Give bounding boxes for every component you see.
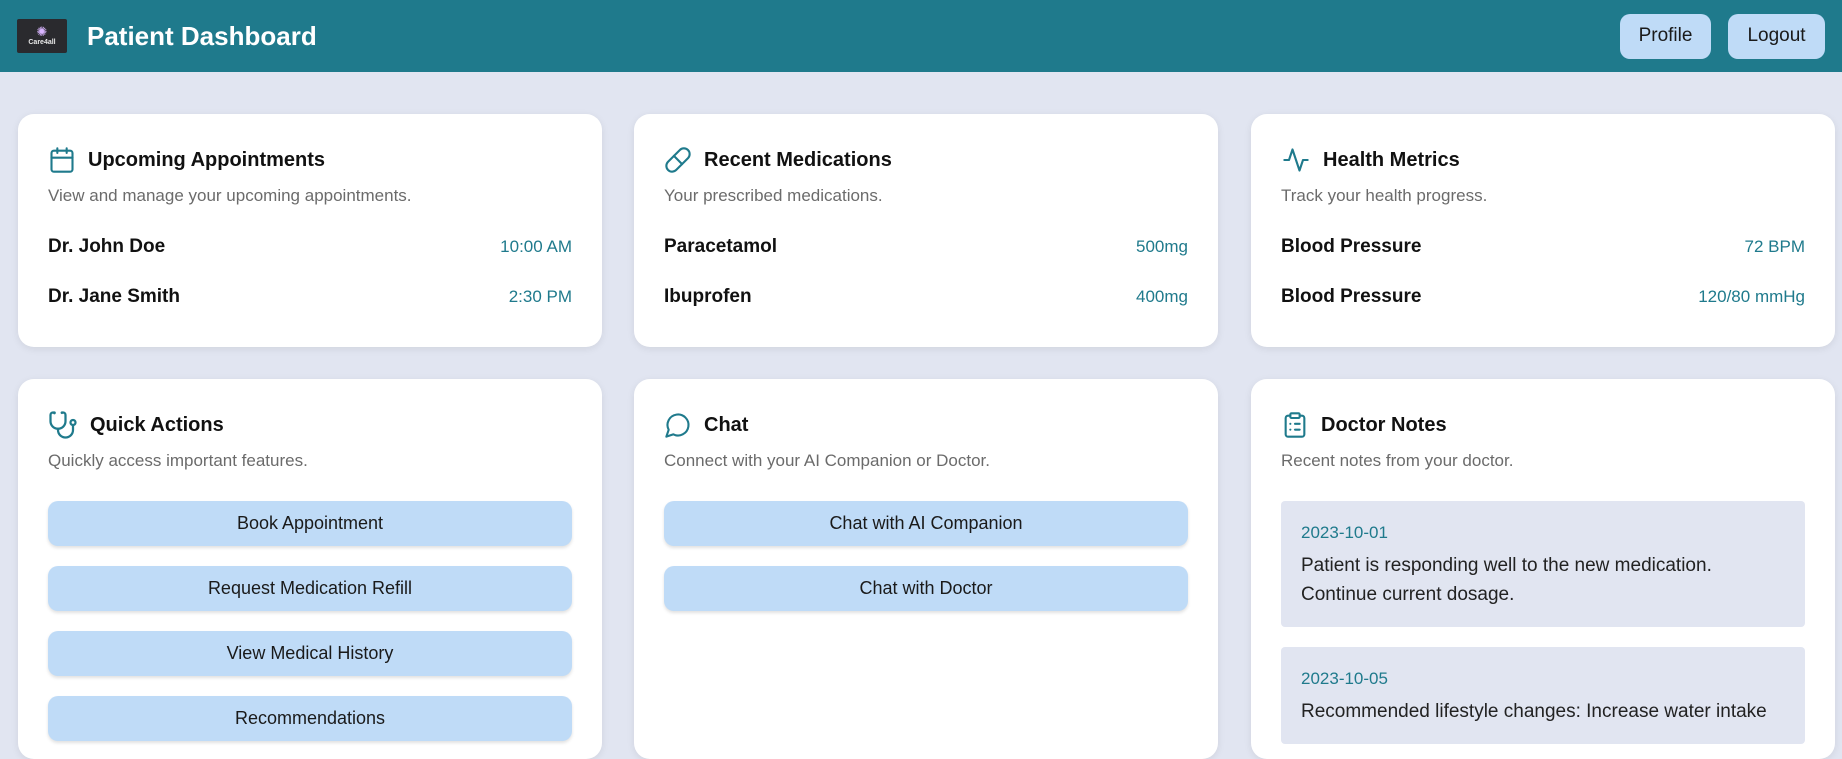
medications-title: Recent Medications [704,148,892,171]
book-appointment-button[interactable]: Book Appointment [48,501,572,546]
doctor-notes-card: Doctor Notes Recent notes from your doct… [1251,379,1835,759]
doctor-note: 2023-10-05 Recommended lifestyle changes… [1281,647,1805,744]
medication-name: Paracetamol [664,236,778,257]
logo-mark-icon: ✺ [36,24,48,39]
logo-text: Care4all [28,39,56,46]
stethoscope-icon [49,411,77,439]
doctor-notes-title: Doctor Notes [1321,413,1447,436]
quick-actions-card: Quick Actions Quickly access important f… [18,379,602,759]
calendar-icon [50,147,74,173]
view-medical-history-button[interactable]: View Medical History [48,631,572,676]
medications-card-header: Recent Medications [664,144,1188,176]
chat-actions: Chat with AI Companion Chat with Doctor [664,501,1188,611]
appointment-row[interactable]: Dr. Jane Smith 2:30 PM [48,272,572,322]
page-title: Patient Dashboard [87,20,317,51]
activity-icon [1283,148,1309,172]
appointments-title: Upcoming Appointments [88,148,326,171]
chat-card-header: Chat [664,409,1188,441]
medication-row[interactable]: Ibuprofen 400mg [664,272,1188,322]
appointment-time: 2:30 PM [508,287,572,306]
health-metrics-title: Health Metrics [1323,148,1460,171]
medications-list: Paracetamol 500mg Ibuprofen 400mg [664,222,1188,322]
top-bar: ✺ Care4all Patient Dashboard Profile Log… [0,0,1842,72]
note-date: 2023-10-05 [1301,669,1388,688]
chat-doctor-button[interactable]: Chat with Doctor [664,566,1188,611]
doctor-notes-list: 2023-10-01 Patient is responding well to… [1281,501,1805,744]
quick-actions-title: Quick Actions [90,413,224,436]
logout-button[interactable]: Logout [1728,13,1825,59]
appointments-subtitle: View and manage your upcoming appointmen… [48,186,412,205]
pill-icon [665,147,691,173]
chat-title: Chat [704,413,749,436]
medications-card: Recent Medications Your prescribed medic… [634,114,1218,347]
health-metrics-card: Health Metrics Track your health progres… [1251,114,1835,347]
quick-actions-card-header: Quick Actions [48,409,572,441]
appointments-list: Dr. John Doe 10:00 AM Dr. Jane Smith 2:3… [48,222,572,322]
note-date: 2023-10-01 [1301,523,1388,542]
note-text: Recommended lifestyle changes: Increase … [1301,701,1767,722]
doctor-name: Dr. John Doe [48,236,166,257]
doctor-note: 2023-10-01 Patient is responding well to… [1281,501,1805,627]
note-text: Patient is responding well to the new me… [1301,555,1712,605]
quick-actions-list: Book Appointment Request Medication Refi… [48,501,572,741]
metric-name: Blood Pressure [1281,236,1422,257]
medications-subtitle: Your prescribed medications. [664,186,883,205]
appointments-card-header: Upcoming Appointments [48,144,572,176]
medication-name: Ibuprofen [664,286,752,307]
quick-actions-subtitle: Quickly access important features. [48,451,308,470]
chat-subtitle: Connect with your AI Companion or Doctor… [664,451,990,470]
clipboard-icon [1284,412,1306,438]
metric-value: 72 BPM [1744,237,1805,256]
profile-button[interactable]: Profile [1620,13,1711,59]
doctor-notes-subtitle: Recent notes from your doctor. [1281,451,1514,470]
chat-card: Chat Connect with your AI Companion or D… [634,379,1218,759]
medication-dose: 400mg [1136,287,1188,306]
doctor-name: Dr. Jane Smith [48,286,180,307]
chat-bubble-icon [665,413,690,438]
doctor-notes-card-header: Doctor Notes [1281,409,1805,441]
metric-row[interactable]: Blood Pressure 120/80 mmHg [1281,272,1805,322]
health-metrics-card-header: Health Metrics [1281,144,1805,176]
appointment-time: 10:00 AM [500,237,572,256]
appointments-card: Upcoming Appointments View and manage yo… [18,114,602,347]
request-refill-button[interactable]: Request Medication Refill [48,566,572,611]
metrics-list: Blood Pressure 72 BPM Blood Pressure 120… [1281,222,1805,322]
metric-value: 120/80 mmHg [1698,287,1805,306]
metric-name: Blood Pressure [1281,286,1422,307]
metric-row[interactable]: Blood Pressure 72 BPM [1281,222,1805,272]
appointment-row[interactable]: Dr. John Doe 10:00 AM [48,222,572,272]
medication-dose: 500mg [1136,237,1188,256]
chat-ai-companion-button[interactable]: Chat with AI Companion [664,501,1188,546]
header-actions: Profile Logout [1620,13,1825,59]
health-metrics-subtitle: Track your health progress. [1281,186,1488,205]
app-logo[interactable]: ✺ Care4all [17,19,67,53]
recommendations-button[interactable]: Recommendations [48,696,572,741]
medication-row[interactable]: Paracetamol 500mg [664,222,1188,272]
